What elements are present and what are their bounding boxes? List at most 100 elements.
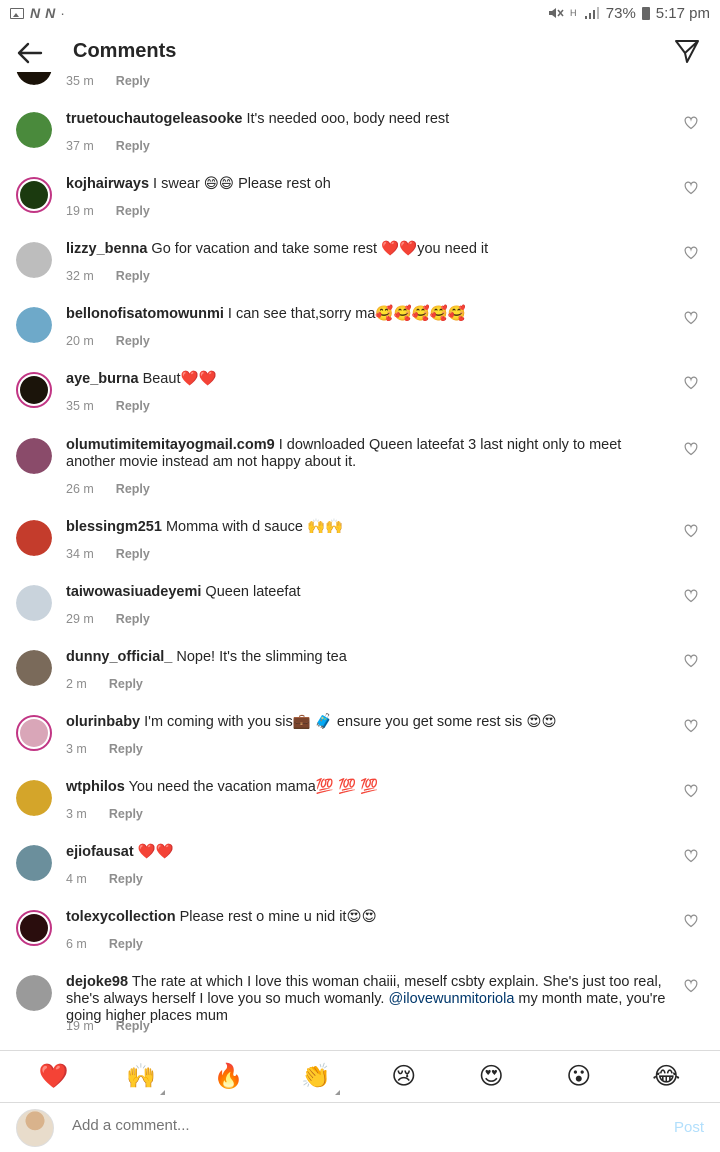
like-heart-icon[interactable] [684,849,698,863]
like-heart-icon[interactable] [684,311,698,325]
reply-button[interactable]: Reply [109,872,143,886]
reply-button[interactable]: Reply [116,139,150,153]
comment-username[interactable]: ejiofausat [66,844,134,860]
comment-username[interactable]: tolexycollection [66,909,176,925]
comment-meta: 4 m Reply [66,872,143,886]
comment-username[interactable]: taiwowasiuadeyemi [66,584,201,600]
quick-reaction-emoji[interactable]: 😂 [646,1062,686,1091]
comment-timestamp: 29 m [66,612,94,626]
reply-button[interactable]: Reply [109,677,143,691]
reply-button[interactable]: Reply [109,807,143,821]
comment-username[interactable]: blessingm251 [66,519,162,535]
avatar-image [16,112,52,148]
like-heart-icon[interactable] [684,979,698,993]
comment-meta: 34 m Reply [66,547,150,561]
comment-body: I swear 😄😄 Please rest oh [149,176,331,192]
avatar-image [16,780,52,816]
commenter-avatar[interactable] [16,112,52,148]
commenter-avatar[interactable] [16,780,52,816]
like-heart-icon[interactable] [684,914,698,928]
commenter-avatar[interactable] [16,242,52,278]
comment-meta: 32 m Reply [66,269,150,283]
commenter-avatar[interactable] [16,72,52,85]
comment-mention[interactable]: @ilovewunmitoriola [388,991,514,1007]
svg-text:H: H [570,8,577,18]
quick-reaction-emoji[interactable]: 😍 [471,1062,511,1091]
comment-meta: 3 m Reply [66,742,143,756]
commenter-avatar[interactable] [16,372,52,408]
reply-button[interactable]: Reply [116,482,150,496]
avatar-image [16,975,52,1011]
avatar-image [16,72,52,85]
send-direct-icon[interactable] [674,38,700,64]
commenter-avatar[interactable] [16,845,52,881]
like-heart-icon[interactable] [684,719,698,733]
quick-reaction-emoji[interactable]: 👏 [296,1062,341,1095]
comment-username[interactable]: olurinbaby [66,714,140,730]
quick-reaction-emoji[interactable]: 😢 [384,1062,424,1091]
commenter-avatar[interactable] [16,650,52,686]
comment-username[interactable]: dejoke98 [66,974,128,990]
reply-button[interactable]: Reply [116,399,150,413]
commenter-avatar[interactable] [16,975,52,1011]
reply-button[interactable]: Reply [116,74,150,88]
like-heart-icon[interactable] [684,784,698,798]
comment-username[interactable]: aye_burna [66,371,139,387]
like-heart-icon[interactable] [684,589,698,603]
like-heart-icon[interactable] [684,116,698,130]
comment-username[interactable]: wtphilos [66,779,125,795]
reply-button[interactable]: Reply [109,937,143,951]
comment-timestamp: 26 m [66,482,94,496]
comment-body: ❤️❤️ [133,844,174,860]
comment-username[interactable]: truetouchautogeleasooke [66,111,242,127]
avatar-image [16,438,52,474]
like-heart-icon[interactable] [684,442,698,456]
commenter-avatar[interactable] [16,307,52,343]
commenter-avatar[interactable] [16,438,52,474]
comment-input[interactable] [72,1117,632,1134]
reply-button[interactable]: Reply [116,204,150,218]
avatar-image [16,845,52,881]
comment-username[interactable]: lizzy_benna [66,241,147,257]
reply-button[interactable]: Reply [116,269,150,283]
comment-meta: 26 m Reply [66,482,150,496]
comment-timestamp: 37 m [66,139,94,153]
reply-button[interactable]: Reply [116,334,150,348]
comment-username[interactable]: bellonofisatomowunmi [66,306,224,322]
commenter-avatar[interactable] [16,715,52,751]
quick-reaction-emoji[interactable]: ❤️ [34,1062,74,1091]
comment-username[interactable]: kojhairways [66,176,149,192]
quick-reaction-emoji[interactable]: 🙌 [121,1062,166,1095]
avatar-image [20,914,48,942]
post-button[interactable]: Post [674,1119,704,1136]
commenter-avatar[interactable] [16,585,52,621]
comment-list[interactable]: 35 m Reply truetouchautogeleasooke It's ne… [0,72,720,1050]
like-heart-icon[interactable] [684,524,698,538]
back-arrow-icon[interactable] [14,38,44,68]
comment-username[interactable]: dunny_official_ [66,649,172,665]
quick-reaction-emoji[interactable]: 🔥 [209,1062,249,1091]
avatar-image [20,376,48,404]
comment-body: Go for vacation and take some rest ❤️❤️y… [147,241,489,257]
like-heart-icon[interactable] [684,246,698,260]
reply-button[interactable]: Reply [116,1019,150,1033]
commenter-avatar[interactable] [16,520,52,556]
comment-text: kojhairways I swear 😄😄 Please rest oh [66,176,670,193]
mute-icon [548,8,564,18]
quick-reaction-bar: ❤️ 🙌 🔥 👏 😢 😍 😮 😂 [0,1050,720,1102]
comment-body: Please rest o mine u nid it😍😍 [175,909,377,925]
like-heart-icon[interactable] [684,654,698,668]
like-heart-icon[interactable] [684,376,698,390]
like-heart-icon[interactable] [684,181,698,195]
commenter-avatar[interactable] [16,177,52,213]
reply-button[interactable]: Reply [109,742,143,756]
avatar-image [20,719,48,747]
comment-meta: 19 m Reply [66,1019,150,1033]
commenter-avatar[interactable] [16,910,52,946]
battery-percent: 73% [605,4,636,22]
comment-text: dunny_official_ Nope! It's the slimming … [66,649,670,666]
quick-reaction-emoji[interactable]: 😮 [559,1062,599,1091]
reply-button[interactable]: Reply [116,612,150,626]
comment-username[interactable]: olumutimitemitayogmail.com9 [66,437,275,453]
reply-button[interactable]: Reply [116,547,150,561]
